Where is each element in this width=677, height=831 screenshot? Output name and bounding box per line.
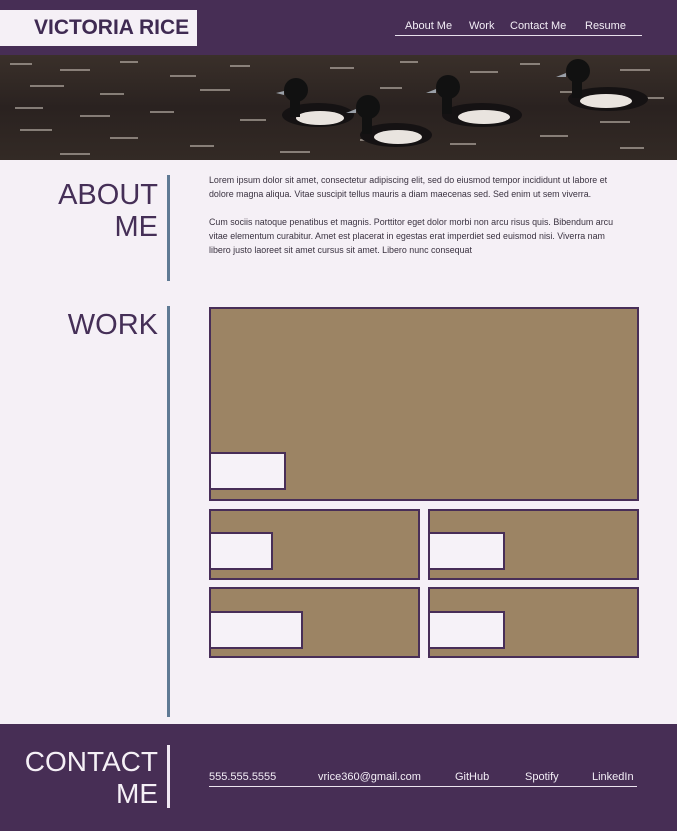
contact-heading: CONTACT ME	[25, 746, 158, 810]
contact-links: 555.555.5555 vrice360@gmail.com GitHub S…	[209, 771, 637, 787]
nav-about-me[interactable]: About Me	[405, 20, 452, 32]
site-header: VICTORIA RICE About Me Work Contact Me R…	[0, 0, 677, 55]
about-heading: ABOUT ME	[58, 179, 158, 243]
email-link[interactable]: vrice360@gmail.com	[318, 771, 421, 783]
work-card-label	[211, 452, 286, 490]
work-card-label	[211, 532, 273, 570]
brand-logo[interactable]: VICTORIA RICE	[0, 10, 197, 46]
about-heading-line2: ME	[114, 211, 159, 243]
work-heading: WORK	[67, 309, 158, 341]
work-card-1[interactable]	[209, 509, 420, 580]
contact-divider	[167, 745, 170, 808]
work-card-featured[interactable]	[209, 307, 639, 501]
hero-image	[0, 55, 677, 160]
about-divider	[167, 175, 170, 281]
work-card-4[interactable]	[428, 587, 639, 658]
ducks-photo	[0, 55, 677, 160]
contact-heading-line1: CONTACT	[24, 746, 158, 777]
phone-link[interactable]: 555.555.5555	[209, 771, 276, 783]
nav-resume[interactable]: Resume	[585, 20, 626, 32]
spotify-link[interactable]: Spotify	[525, 771, 559, 783]
work-card-2[interactable]	[428, 509, 639, 580]
main-nav: About Me Work Contact Me Resume	[395, 19, 642, 36]
work-card-label	[430, 532, 505, 570]
contact-heading-line2: ME	[116, 778, 158, 809]
linkedin-link[interactable]: LinkedIn	[592, 771, 634, 783]
work-card-label	[211, 611, 303, 649]
work-divider	[167, 306, 170, 717]
about-paragraph-2: Cum sociis natoque penatibus et magnis. …	[209, 217, 614, 255]
nav-contact-me[interactable]: Contact Me	[510, 20, 566, 32]
about-heading-line1: ABOUT	[58, 179, 158, 211]
github-link[interactable]: GitHub	[455, 771, 489, 783]
about-paragraph-1: Lorem ipsum dolor sit amet, consectetur …	[209, 175, 608, 199]
nav-work[interactable]: Work	[469, 20, 494, 32]
about-body: Lorem ipsum dolor sit amet, consectetur …	[209, 173, 629, 271]
work-card-label	[430, 611, 505, 649]
work-card-3[interactable]	[209, 587, 420, 658]
